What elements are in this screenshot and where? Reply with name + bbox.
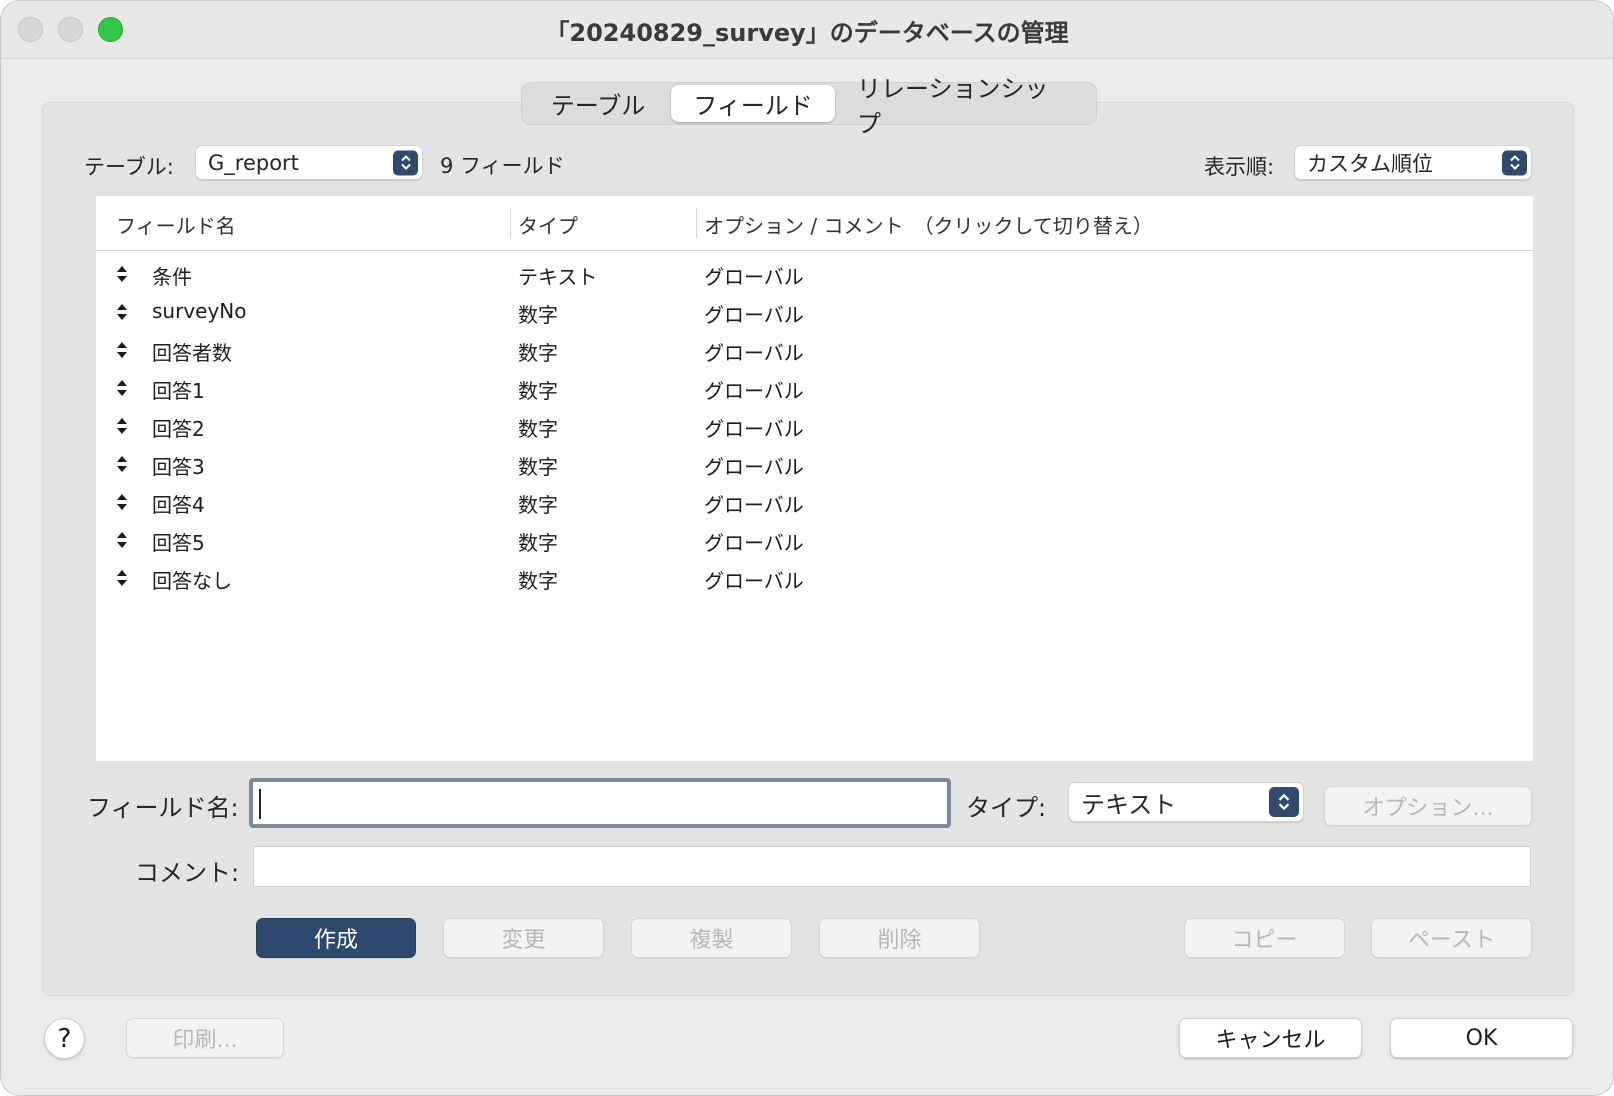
field-name-cell: 条件 [152,265,192,289]
field-name-cell: surveyNo [152,299,247,323]
table-row[interactable]: 回答5 数字 グローバル [96,522,1533,560]
field-options-cell[interactable]: グローバル [704,451,804,480]
table-select-value: G_report [208,150,299,175]
reorder-handle-icon[interactable] [116,455,128,473]
field-type-cell: 数字 [518,455,558,479]
field-options-cell[interactable]: グローバル [704,565,804,594]
field-name-cell: 回答なし [152,569,232,593]
table-header: フィールド名 タイプ オプション / コメント （クリックして切り替え） [96,196,1533,251]
field-type-cell: 数字 [518,569,558,593]
table-row[interactable]: 回答者数 数字 グローバル [96,332,1533,370]
chevron-updown-icon [1502,150,1527,175]
window-title: 「20240829_survey」のデータベースの管理 [545,19,1069,47]
field-options-cell[interactable]: グローバル [704,261,804,290]
field-options-button[interactable]: オプション... [1324,786,1532,826]
field-type-cell: 数字 [518,417,558,441]
field-options-cell[interactable]: グローバル [704,375,804,404]
table-row[interactable]: 回答1 数字 グローバル [96,370,1533,408]
tab-relationships[interactable]: リレーションシップ [835,75,1093,138]
table-select[interactable]: G_report [195,145,423,180]
table-select-label: テーブル: [84,155,174,179]
reorder-handle-icon[interactable] [116,303,128,321]
table-row[interactable]: 回答2 数字 グローバル [96,408,1533,446]
manage-database-window: 「20240829_survey」のデータベースの管理 テーブル フィールド リ… [0,0,1614,1096]
print-button[interactable]: 印刷... [126,1018,284,1058]
help-button[interactable]: ? [44,1018,85,1059]
type-select[interactable]: テキスト [1068,782,1304,822]
field-options-cell[interactable]: グローバル [704,527,804,556]
reorder-handle-icon[interactable] [116,265,128,283]
reorder-handle-icon[interactable] [116,531,128,549]
field-options-cell[interactable]: グローバル [704,413,804,442]
change-button[interactable]: 変更 [443,918,604,958]
table-row[interactable]: surveyNo 数字 グローバル [96,294,1533,332]
sort-select-value: カスタム順位 [1307,151,1433,176]
paste-button[interactable]: ペースト [1371,918,1532,958]
field-type-cell: テキスト [518,265,598,289]
field-name-cell: 回答5 [152,531,205,555]
field-options-cell[interactable]: グローバル [704,337,804,366]
field-name-label: フィールド名: [87,794,239,822]
field-type-cell: 数字 [518,341,558,365]
comment-label: コメント: [135,859,240,887]
field-options-cell[interactable]: グローバル [704,299,804,328]
comment-input[interactable] [253,846,1531,887]
field-name-textbox[interactable] [253,782,947,824]
type-select-value: テキスト [1081,790,1177,819]
tab-tables[interactable]: テーブル [525,85,671,122]
field-count: 9 フィールド [440,154,565,178]
field-name-cell: 回答4 [152,493,205,517]
field-name-cell: 回答者数 [152,341,232,365]
tab-bar: テーブル フィールド リレーションシップ [521,75,1097,138]
title-bar: 「20240829_survey」のデータベースの管理 [1,1,1613,59]
chevron-updown-icon [393,150,418,175]
field-name-cell: 回答3 [152,455,205,479]
sort-label: 表示順: [1204,155,1275,179]
column-header-name[interactable]: フィールド名 [116,210,236,239]
column-header-options[interactable]: オプション / コメント （クリックして切り替え） [704,210,1153,239]
field-type-cell: 数字 [518,531,558,555]
reorder-handle-icon[interactable] [116,341,128,359]
reorder-handle-icon[interactable] [116,379,128,397]
field-name-cell: 回答1 [152,379,205,403]
fields-table: フィールド名 タイプ オプション / コメント （クリックして切り替え） 条件 テ… [96,196,1533,761]
chevron-updown-icon [1269,787,1299,817]
table-row[interactable]: 回答3 数字 グローバル [96,446,1533,484]
copy-button[interactable]: コピー [1184,918,1345,958]
comment-textbox[interactable] [254,847,1530,886]
field-name-cell: 回答2 [152,417,205,441]
create-button[interactable]: 作成 [256,918,416,958]
text-caret [259,789,261,819]
field-type-cell: 数字 [518,493,558,517]
reorder-handle-icon[interactable] [116,569,128,587]
reorder-handle-icon[interactable] [116,493,128,511]
duplicate-button[interactable]: 複製 [631,918,792,958]
cancel-button[interactable]: キャンセル [1179,1018,1362,1058]
field-name-input[interactable] [249,778,951,828]
sort-select[interactable]: カスタム順位 [1294,145,1532,180]
field-type-cell: 数字 [518,303,558,327]
table-row[interactable]: 回答4 数字 グローバル [96,484,1533,522]
ok-button[interactable]: OK [1390,1018,1573,1058]
tab-fields[interactable]: フィールド [671,85,835,122]
column-header-type[interactable]: タイプ [518,210,578,239]
reorder-handle-icon[interactable] [116,417,128,435]
table-row[interactable]: 回答なし 数字 グローバル [96,560,1533,598]
delete-button[interactable]: 削除 [819,918,980,958]
field-type-cell: 数字 [518,379,558,403]
type-label: タイプ: [966,794,1047,822]
table-row[interactable]: 条件 テキスト グローバル [96,256,1533,294]
field-options-cell[interactable]: グローバル [704,489,804,518]
